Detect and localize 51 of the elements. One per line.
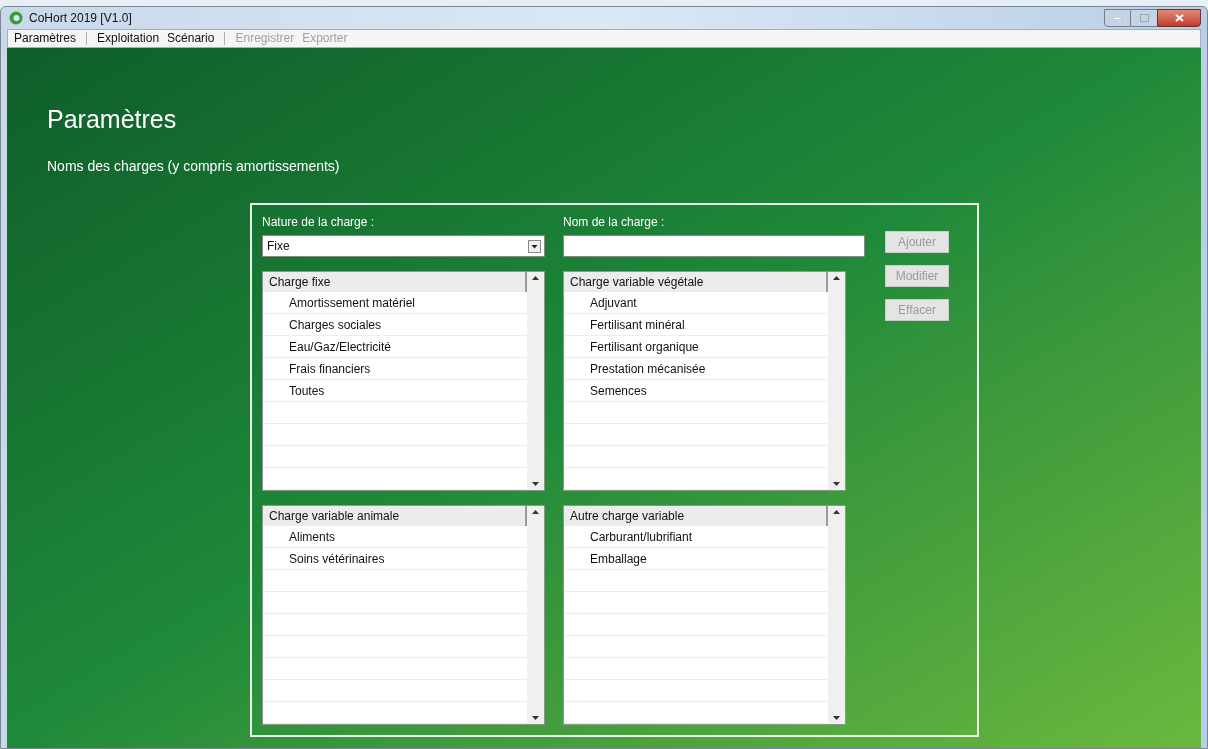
name-input-field[interactable] — [563, 235, 865, 257]
list-item[interactable]: Eau/Gaz/Electricité — [263, 336, 527, 358]
scroll-up-icon[interactable] — [532, 510, 539, 514]
list-header: Charge variable animale — [263, 506, 527, 526]
list-box[interactable]: Autre charge variable Carburant/lubrifiant Emballage — [563, 505, 846, 725]
list-item[interactable]: Toutes — [263, 380, 527, 402]
minimize-icon — [1113, 16, 1122, 20]
scroll-down-icon[interactable] — [532, 482, 539, 486]
list-item[interactable]: Semences — [564, 380, 828, 402]
menu-item[interactable]: Scénario — [163, 32, 226, 45]
close-button[interactable] — [1157, 9, 1201, 27]
app-logo-icon — [9, 11, 23, 25]
field-label: Nom de la charge : — [563, 214, 666, 231]
page-title: Paramètres — [47, 104, 178, 134]
scrollbar[interactable] — [828, 272, 845, 490]
menu-item[interactable]: Paramètres — [10, 32, 88, 45]
list-box[interactable]: Charge variable animale Aliments Soins vétérinaires — [262, 505, 545, 725]
list-item[interactable]: Charges sociales — [263, 314, 527, 336]
scroll-down-icon[interactable] — [833, 482, 840, 486]
list-item[interactable]: Soins vétérinaires — [263, 548, 527, 570]
list-item[interactable]: Aliments — [263, 526, 527, 548]
maximize-icon — [1139, 14, 1149, 22]
list-item[interactable]: Amortissement matériel — [263, 292, 527, 314]
nature-dropdown[interactable]: Fixe — [262, 235, 545, 257]
list-item[interactable]: Emballage — [564, 548, 828, 570]
field-label: Nature de la charge : — [262, 214, 376, 231]
scroll-up-icon[interactable] — [532, 276, 539, 280]
list-item[interactable]: Fertilisant organique — [564, 336, 828, 358]
list-item[interactable]: Fertilisant minéral — [564, 314, 828, 336]
menu-item[interactable]: Exploitation — [93, 32, 164, 45]
list-item[interactable]: Carburant/lubrifiant — [564, 526, 828, 548]
maximize-button[interactable] — [1131, 9, 1157, 27]
window-title: CoHort 2019 [V1.0] — [29, 10, 132, 27]
scrollbar[interactable] — [527, 506, 544, 724]
scroll-down-icon[interactable] — [532, 716, 539, 720]
list-item[interactable]: Prestation mécanisée — [564, 358, 828, 380]
scrollbar[interactable] — [527, 272, 544, 490]
scroll-down-icon[interactable] — [833, 716, 840, 720]
scroll-up-icon[interactable] — [833, 276, 840, 280]
page-subtitle: Noms des charges (y compris amortissements) — [47, 157, 341, 176]
scroll-up-icon[interactable] — [833, 510, 840, 514]
list-header: Charge fixe — [263, 272, 527, 292]
list-item[interactable]: Frais financiers — [263, 358, 527, 380]
minimize-button[interactable] — [1104, 9, 1131, 27]
list-box[interactable]: Charge variable végétale Adjuvant Fertilisant minéral Fertilisant organique Prestation mécanisée Semences — [563, 271, 846, 491]
scrollbar[interactable] — [828, 506, 845, 724]
list-header: Charge variable végétale — [564, 272, 828, 292]
list-item[interactable]: Adjuvant — [564, 292, 828, 314]
list-box[interactable]: Charge fixe Amortissement matériel Charges sociales Eau/Gaz/Electricité Frais financiers Toutes — [262, 271, 545, 491]
close-icon — [1174, 14, 1184, 22]
list-header: Autre charge variable — [564, 506, 828, 526]
